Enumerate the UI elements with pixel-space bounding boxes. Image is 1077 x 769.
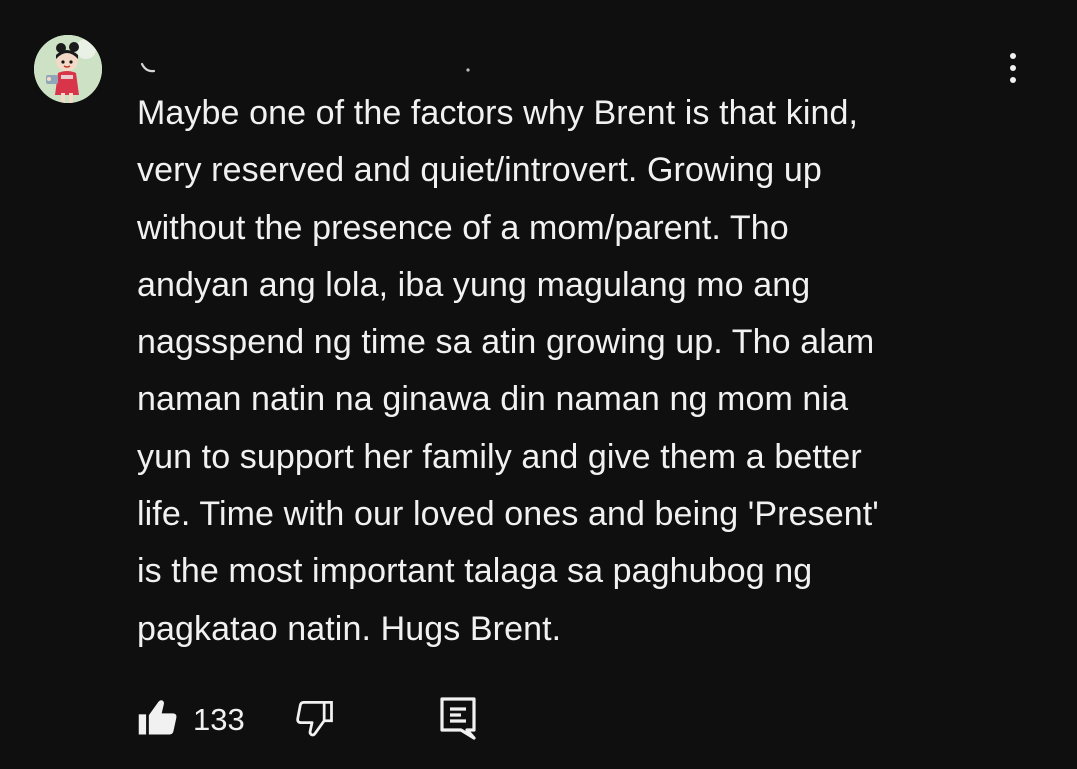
like-button[interactable] — [136, 696, 180, 740]
thumbs-down-icon — [296, 701, 333, 737]
like-count: 133 — [193, 702, 245, 737]
comment-line: yun to support her family and give them … — [137, 437, 862, 476]
comment-line: Maybe one of the factors why Brent is th… — [137, 94, 859, 132]
more-vert-icon — [1010, 77, 1016, 83]
reply-button[interactable] — [436, 694, 480, 742]
thumbs-up-icon — [138, 700, 177, 735]
comment-line: pagkatao natin. Hugs Brent. — [137, 609, 562, 648]
comment-line: andyan ang lola, iba yung magulang mo an… — [137, 265, 811, 304]
comment-line: life. Time with our loved ones and being… — [137, 495, 879, 534]
more-vert-icon — [1010, 65, 1016, 71]
commenter-avatar[interactable] — [34, 35, 102, 103]
comment-line: very reserved and quiet/introvert. Growi… — [137, 151, 822, 190]
comment-line: nagsspend ng time sa atin growing up. Th… — [137, 323, 875, 362]
comment-text: Maybe one of the factors why Brent is th… — [137, 85, 1017, 658]
comment-line: without the presence of a mom/parent. Th… — [137, 208, 789, 247]
comment-line: naman natin na ginawa din naman ng mom n… — [137, 380, 849, 419]
dislike-button[interactable] — [293, 696, 337, 740]
reply-comment-icon — [440, 697, 476, 740]
more-options-button[interactable] — [996, 48, 1030, 88]
username-remnant — [140, 62, 470, 73]
more-vert-icon — [1010, 53, 1016, 59]
cartoon-avatar-icon — [34, 35, 102, 103]
comment-line: is the most important talaga sa paghubog… — [137, 552, 813, 591]
